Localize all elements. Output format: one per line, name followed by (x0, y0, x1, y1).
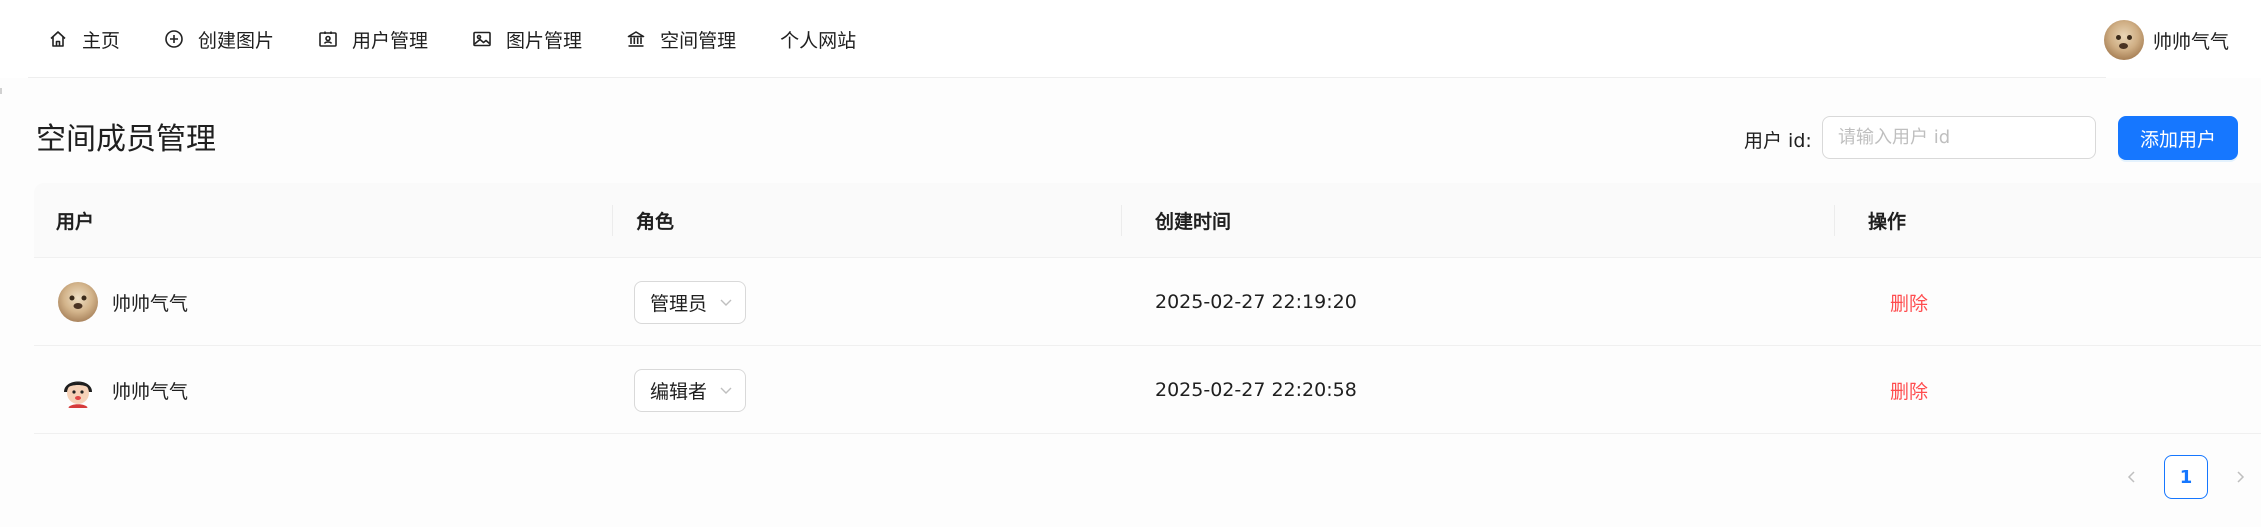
menu-item-label: 用户管理 (352, 29, 429, 52)
column-divider (1121, 205, 1122, 236)
chevron-down-icon (719, 383, 733, 397)
created-cell: 2025-02-27 22:20:58 (1155, 346, 1357, 434)
menu-item-create-picture[interactable]: 创建图片 (164, 0, 274, 78)
role-value: 编辑者 (650, 380, 708, 403)
action-cell: 删除 (1890, 346, 1928, 434)
pagination: 1 (2112, 455, 2260, 499)
menu-item-picture-manage[interactable]: 图片管理 (472, 0, 582, 78)
plus-circle-icon (164, 29, 184, 49)
menu-item-label: 主页 (82, 29, 121, 52)
members-table: 用户 角色 创建时间 操作 帅帅气气 管理员 2025-02-27 22:19:… (34, 183, 2261, 434)
column-divider (612, 205, 613, 236)
add-user-button[interactable]: 添加用户 (2118, 116, 2238, 160)
avatar (58, 282, 98, 322)
page: 主页 创建图片 用户管理 图片管理 空间管理 个人网站 帅帅气气 空间成员管理 … (0, 0, 2261, 527)
menu-item-label: 创建图片 (198, 29, 275, 52)
user-id-input[interactable] (1822, 116, 2096, 159)
chevron-left-icon (2125, 470, 2139, 484)
user-cell: 帅帅气气 (58, 258, 188, 346)
created-time: 2025-02-27 22:19:20 (1155, 291, 1357, 313)
menu-item-space-manage[interactable]: 空间管理 (626, 0, 736, 78)
idcard-icon (318, 29, 338, 49)
column-header-user: 用户 (56, 211, 95, 233)
menu-item-label: 个人网站 (780, 29, 857, 52)
action-cell: 删除 (1890, 258, 1928, 346)
menu-item-home[interactable]: 主页 (48, 0, 120, 78)
user-cell: 帅帅气气 (58, 346, 188, 434)
delete-button[interactable]: 删除 (1890, 289, 1928, 316)
role-select[interactable]: 编辑者 (634, 368, 747, 412)
page-title: 空间成员管理 (36, 122, 216, 157)
prev-page-button[interactable] (2112, 455, 2152, 499)
column-divider (1834, 205, 1835, 236)
page-number[interactable]: 1 (2164, 455, 2208, 499)
column-header-role: 角色 (636, 211, 675, 233)
created-cell: 2025-02-27 22:19:20 (1155, 258, 1357, 346)
user-name: 帅帅气气 (112, 292, 189, 315)
user-name: 帅帅气气 (112, 380, 189, 403)
table-row: 帅帅气气 编辑者 2025-02-27 22:20:58 删除 (34, 346, 2261, 434)
bank-icon (626, 29, 646, 49)
avatar (2103, 20, 2144, 60)
column-header-action: 操作 (1868, 211, 1907, 233)
chevron-right-icon (2233, 470, 2247, 484)
menu-item-label: 空间管理 (660, 29, 737, 52)
created-time: 2025-02-27 22:20:58 (1155, 379, 1357, 401)
menu-item-label: 图片管理 (506, 29, 583, 52)
user-name: 帅帅气气 (2152, 30, 2229, 53)
table-header: 用户 角色 创建时间 操作 (34, 183, 2261, 258)
delete-button[interactable]: 删除 (1890, 377, 1928, 404)
home-icon (48, 29, 68, 49)
role-cell: 编辑者 (634, 346, 747, 434)
main-menu: 主页 创建图片 用户管理 图片管理 空间管理 个人网站 (48, 0, 900, 78)
role-select[interactable]: 管理员 (634, 280, 747, 324)
role-cell: 管理员 (634, 258, 747, 346)
menu-item-personal-site[interactable]: 个人网站 (780, 0, 856, 78)
table-row: 帅帅气气 管理员 2025-02-27 22:19:20 删除 (34, 258, 2261, 346)
role-value: 管理员 (650, 292, 708, 315)
column-header-created: 创建时间 (1155, 211, 1232, 233)
search-label: 用户 id: (1744, 130, 1812, 152)
picture-icon (472, 29, 492, 49)
window-edge-mark (0, 88, 2, 94)
next-page-button[interactable] (2220, 455, 2260, 499)
top-nav: 主页 创建图片 用户管理 图片管理 空间管理 个人网站 帅帅气气 (0, 0, 2261, 78)
menu-item-user-manage[interactable]: 用户管理 (318, 0, 428, 78)
user-menu[interactable]: 帅帅气气 (2103, 20, 2229, 60)
avatar (58, 370, 98, 410)
chevron-down-icon (719, 295, 733, 309)
